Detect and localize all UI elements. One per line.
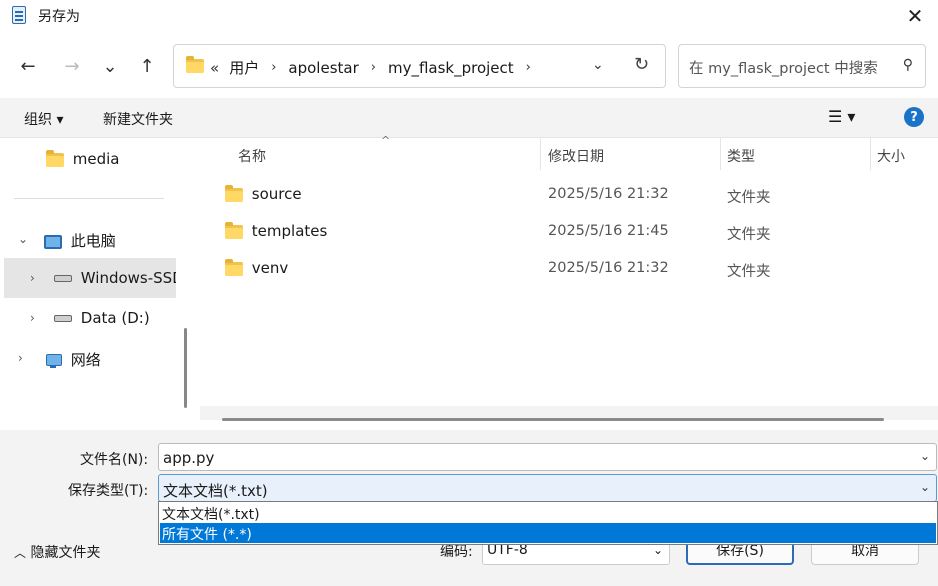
sidebar-item-label: Data (D:) [80,309,150,327]
chevron-right-icon[interactable]: › [30,271,35,285]
file-type: 文件夹 [727,190,771,206]
file-date: 2025/5/16 21:45 [548,223,669,239]
sidebar-item-label: 网络 [70,351,101,369]
sidebar-item-label: 此电脑 [70,232,116,250]
sidebar-item-this-pc[interactable]: 此电脑 [44,230,116,251]
filetype-dropdown-list: 文本文档(*.txt) 所有文件 (*.*) [158,501,938,545]
sort-ascending-icon: ^ [381,134,391,147]
scrollbar-thumb[interactable] [222,418,884,421]
drive-icon [54,275,72,282]
chevron-up-icon: ︿ [14,546,27,560]
sidebar-item-label: media [72,150,120,168]
file-name: venv [251,259,289,277]
drive-icon [54,315,72,322]
search-icon[interactable]: ⚲ [903,57,913,73]
breadcrumb-item[interactable]: apolestar [288,59,358,77]
chevron-right-icon[interactable]: › [371,60,376,75]
sidebar-item-data-drive[interactable]: Data (D:) [54,309,150,327]
file-name: source [251,185,302,203]
hide-folders-toggle[interactable]: ︿ 隐藏文件夹 [14,542,100,562]
column-header-date[interactable]: 修改日期 [548,146,604,166]
computer-icon [44,234,62,249]
address-dropdown-icon[interactable]: ⌄ [592,57,604,73]
sidebar-item-media[interactable]: media [46,149,120,168]
column-divider[interactable] [870,138,871,170]
column-header-type[interactable]: 类型 [727,146,755,166]
network-icon [44,353,62,369]
breadcrumb-overflow[interactable]: « [210,59,219,77]
chevron-right-icon[interactable]: › [18,351,23,365]
chevron-down-icon[interactable]: ⌄ [653,543,663,557]
sidebar-item-windows-ssd[interactable]: Windows-SSD [54,269,176,287]
column-header-size[interactable]: 大小 [877,146,905,166]
navigation-pane: media ⌄ 此电脑 › Windows-SSD › Data (D:) › … [0,138,195,430]
folder-icon [225,221,243,239]
file-name: templates [251,222,328,240]
file-list: ^ 名称 修改日期 类型 大小 source 2025/5/16 21:32 文… [195,134,938,430]
sidebar-scrollbar[interactable] [184,328,187,408]
address-bar[interactable]: « 用户 › apolestar › my_flask_project › ⌄ … [173,44,666,88]
forward-button[interactable]: → [58,52,86,80]
hide-folders-label: 隐藏文件夹 [30,545,101,561]
organize-button[interactable]: 组织 ▾ [24,109,63,129]
file-type: 文件夹 [727,227,771,243]
divider [14,198,164,199]
chevron-right-icon[interactable]: › [271,60,276,75]
file-date: 2025/5/16 21:32 [548,186,669,202]
refresh-icon[interactable]: ↻ [634,54,649,75]
close-button[interactable]: ✕ [892,0,938,32]
folder-icon [225,184,243,202]
folder-icon [46,149,64,167]
notepad-icon [12,6,26,24]
dropdown-option-selected[interactable]: 所有文件 (*.*) [160,523,936,543]
up-button[interactable]: ↑ [133,52,161,80]
navigation-bar: ← → ⌄ ↑ « 用户 › apolestar › my_flask_proj… [0,32,938,98]
table-row[interactable]: venv [225,258,289,277]
breadcrumb-item[interactable]: my_flask_project [388,59,514,77]
table-row[interactable]: source [225,184,302,203]
chevron-right-icon[interactable]: › [30,311,35,325]
title-bar: 另存为 ✕ [0,0,938,32]
filename-input[interactable]: app.py [163,449,214,467]
back-button[interactable]: ← [14,52,42,80]
view-options-button[interactable]: ☰ ▾ [828,107,855,126]
dropdown-option[interactable]: 文本文档(*.txt) [160,503,936,523]
filename-field[interactable]: app.py ⌄ [158,443,937,471]
chevron-right-icon[interactable]: › [526,60,531,75]
chevron-down-icon[interactable]: ⌄ [18,232,28,246]
sidebar-item-label: Windows-SSD [80,269,176,287]
filetype-value: 文本文档(*.txt) [163,482,268,500]
filetype-label: 保存类型(T): [68,483,149,499]
column-divider[interactable] [540,138,541,170]
file-date: 2025/5/16 21:32 [548,260,669,276]
new-folder-button[interactable]: 新建文件夹 [103,109,173,129]
chevron-down-icon[interactable]: ⌄ [920,449,930,463]
folder-icon [186,56,204,73]
filetype-select[interactable]: 文本文档(*.txt) ⌄ [158,474,937,502]
window-title: 另存为 [38,9,80,25]
help-icon[interactable]: ? [904,107,924,127]
recent-locations-button[interactable]: ⌄ [96,52,124,80]
breadcrumb-item[interactable]: 用户 [229,57,259,78]
chevron-down-icon[interactable]: ⌄ [920,480,930,494]
breadcrumb: « 用户 › apolestar › my_flask_project › [210,57,543,78]
sidebar-item-network[interactable]: 网络 [44,349,101,370]
search-input[interactable]: 在 my_flask_project 中搜索 [689,57,878,78]
file-type: 文件夹 [727,264,771,280]
column-header-name[interactable]: 名称 [238,146,266,166]
filename-label: 文件名(N): [80,452,149,468]
command-bar: 组织 ▾ 新建文件夹 ☰ ▾ ? [0,98,938,138]
column-divider[interactable] [720,138,721,170]
search-box[interactable]: 在 my_flask_project 中搜索 ⚲ [678,44,926,88]
table-row[interactable]: templates [225,221,328,240]
folder-icon [225,258,243,276]
